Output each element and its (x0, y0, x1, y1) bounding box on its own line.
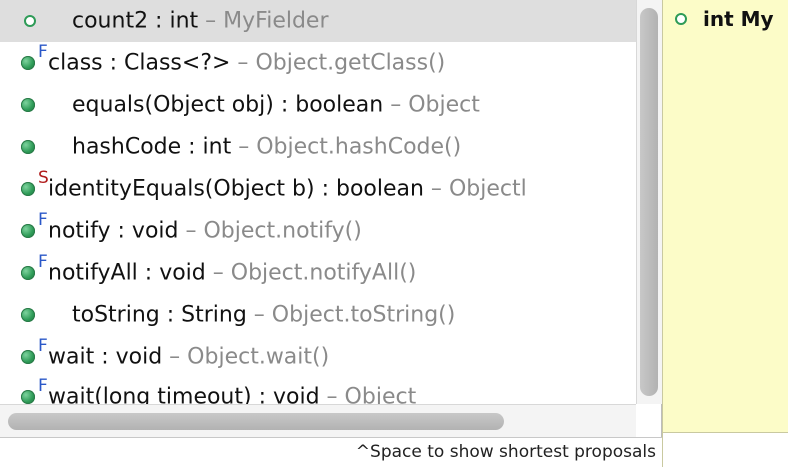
field-icon (675, 13, 687, 25)
proposal-separator: – (198, 8, 224, 34)
public-method-icon (21, 308, 35, 322)
proposal-row[interactable]: toString : String – Object.toString() (0, 294, 636, 336)
proposal-text: class : Class<?> – Object.getClass() (48, 51, 445, 76)
proposal-row[interactable]: count2 : int – MyFielder (0, 0, 636, 42)
vertical-scrollbar[interactable] (636, 0, 662, 404)
proposal-label: wait(long timeout) : void (48, 384, 320, 405)
info-text: int My (703, 7, 774, 31)
proposal-label: count2 : int (72, 8, 199, 34)
proposal-text: identityEquals(Object b) : boolean – Obj… (48, 177, 527, 202)
horizontal-scrollbar[interactable] (0, 404, 636, 437)
proposal-owner: Objectl (448, 176, 527, 202)
proposal-row[interactable]: equals(Object obj) : boolean – Object (0, 84, 636, 126)
proposal-owner: Object.toString() (271, 302, 456, 328)
proposal-label: hashCode : int (72, 134, 232, 160)
proposal-label: identityEquals(Object b) : boolean (48, 176, 424, 202)
proposal-separator: – (231, 134, 257, 160)
proposal-label: notifyAll : void (48, 260, 206, 286)
proposal-separator: – (246, 302, 272, 328)
proposal-row[interactable]: S identityEquals(Object b) : boolean – O… (0, 168, 636, 210)
proposal-row[interactable]: F wait : void – Object.wait() (0, 336, 636, 378)
proposal-row[interactable]: F notifyAll : void – Object.notifyAll() (0, 252, 636, 294)
proposal-text: equals(Object obj) : boolean – Object (72, 93, 480, 118)
info-panel-footer (662, 432, 788, 467)
public-method-icon (21, 56, 35, 70)
proposal-owner: Object (344, 384, 417, 405)
proposal-separator: – (178, 218, 204, 244)
proposal-label: equals(Object obj) : boolean (72, 92, 384, 118)
final-modifier-icon: F (38, 42, 48, 62)
public-method-icon (21, 390, 35, 404)
proposal-text: notifyAll : void – Object.notifyAll() (48, 261, 416, 286)
public-method-icon (21, 182, 35, 196)
proposal-label: notify : void (48, 218, 179, 244)
final-modifier-icon: F (38, 210, 48, 230)
proposal-label: toString : String (72, 302, 247, 328)
info-row: int My (675, 7, 774, 31)
proposal-separator: – (205, 260, 231, 286)
proposal-list[interactable]: count2 : int – MyFielder F class : Class… (0, 0, 636, 404)
proposal-separator: – (383, 92, 409, 118)
proposal-owner: Object.getClass() (255, 50, 446, 76)
proposal-separator: – (230, 50, 256, 76)
proposal-owner: MyFielder (223, 8, 329, 34)
public-method-icon (21, 266, 35, 280)
proposal-owner: Object.notifyAll() (230, 260, 417, 286)
proposal-owner: Object (408, 92, 480, 118)
proposal-text: toString : String – Object.toString() (72, 303, 455, 328)
proposal-row[interactable]: F wait(long timeout) : void – Object (0, 376, 636, 404)
proposal-label: class : Class<?> (48, 50, 231, 76)
proposal-separator: – (162, 344, 188, 370)
proposal-row[interactable]: F class : Class<?> – Object.getClass() (0, 42, 636, 84)
final-modifier-icon: F (38, 252, 48, 272)
field-icon (24, 15, 36, 27)
public-method-icon (21, 350, 35, 364)
final-modifier-icon: F (38, 376, 48, 396)
public-method-icon (21, 98, 35, 112)
status-hint: ^Space to show shortest proposals (0, 437, 662, 467)
proposal-separator: – (319, 384, 345, 405)
proposal-text: count2 : int – MyFielder (72, 9, 329, 34)
final-modifier-icon: F (38, 336, 48, 356)
proposal-label: wait : void (48, 344, 163, 370)
proposal-text: hashCode : int – Object.hashCode() (72, 135, 461, 160)
content-assist-popup: count2 : int – MyFielder F class : Class… (0, 0, 662, 467)
proposal-row[interactable]: hashCode : int – Object.hashCode() (0, 126, 636, 168)
proposal-owner: Object.notify() (203, 218, 362, 244)
vertical-scrollbar-thumb[interactable] (640, 8, 658, 396)
proposal-owner: Object.hashCode() (256, 134, 462, 160)
proposal-separator: – (423, 176, 449, 202)
horizontal-scrollbar-thumb[interactable] (8, 413, 504, 430)
proposal-row[interactable]: F notify : void – Object.notify() (0, 210, 636, 252)
proposal-text: notify : void – Object.notify() (48, 219, 362, 244)
public-method-icon (21, 224, 35, 238)
proposal-text: wait : void – Object.wait() (48, 345, 329, 370)
proposal-text: wait(long timeout) : void – Object (48, 385, 416, 405)
info-panel: int My (662, 0, 788, 432)
proposal-owner: Object.wait() (187, 344, 330, 370)
public-method-icon (21, 140, 35, 154)
